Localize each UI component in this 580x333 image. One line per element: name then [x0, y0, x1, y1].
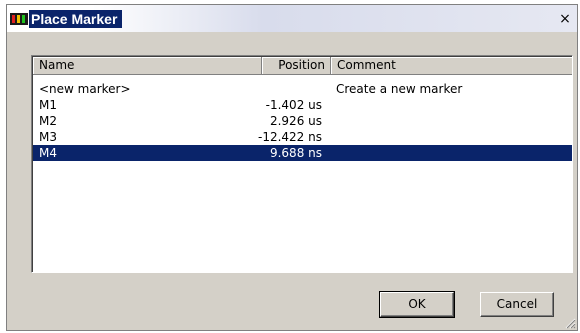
marker-list[interactable]: Name Position Comment <new marker> Creat…	[31, 55, 573, 273]
window-title: Place Marker	[29, 10, 123, 28]
column-header-comment[interactable]: Comment	[331, 57, 572, 75]
app-icon	[10, 13, 28, 25]
list-item[interactable]: M3 -12.422 ns	[33, 129, 572, 145]
cancel-button[interactable]: Cancel	[480, 292, 554, 317]
list-item[interactable]: M1 -1.402 us	[33, 97, 572, 113]
close-icon[interactable]: ×	[557, 12, 573, 26]
marker-position: -1.402 us	[265, 98, 322, 112]
ok-button[interactable]: OK	[379, 291, 455, 318]
marker-name: M1	[39, 98, 57, 112]
marker-position: 2.926 us	[269, 114, 322, 128]
marker-name: <new marker>	[39, 82, 131, 96]
marker-name: M2	[39, 114, 57, 128]
list-item-selected[interactable]: M4 9.688 ns	[33, 145, 572, 161]
list-header: Name Position Comment	[33, 57, 572, 75]
place-marker-dialog: Place Marker × Name Position Comment <ne…	[6, 4, 578, 331]
marker-name: M4	[39, 146, 57, 160]
title-bar[interactable]: Place Marker ×	[7, 5, 577, 32]
marker-name: M3	[39, 130, 57, 144]
marker-position: 9.688 ns	[269, 146, 322, 160]
list-item[interactable]: M2 2.926 us	[33, 113, 572, 129]
marker-comment: Create a new marker	[336, 82, 463, 96]
column-header-name[interactable]: Name	[33, 57, 262, 75]
resize-grip-icon[interactable]	[564, 317, 576, 329]
marker-position: -12.422 ns	[258, 130, 322, 144]
column-header-position[interactable]: Position	[262, 57, 331, 75]
list-item[interactable]: <new marker> Create a new marker	[33, 81, 572, 97]
